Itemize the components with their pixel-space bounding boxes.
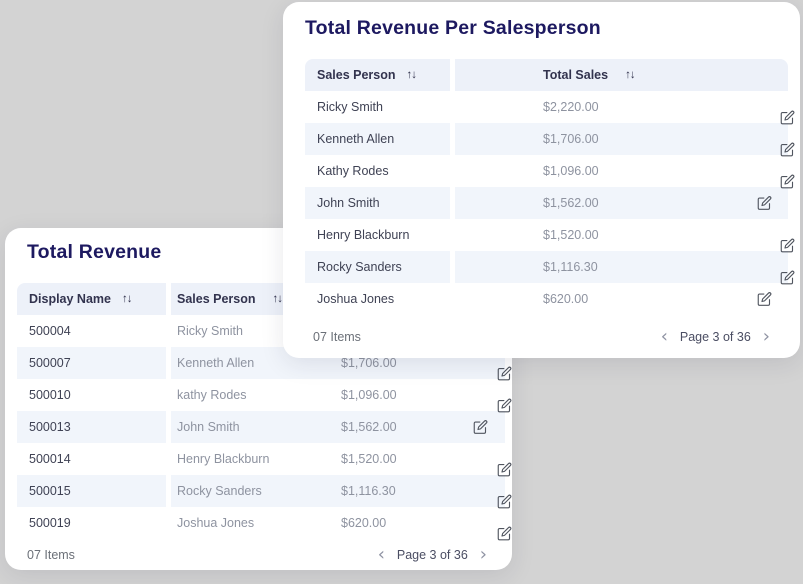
- table-row: 500019 Joshua Jones $620.00: [17, 507, 505, 539]
- edit-icon[interactable]: [473, 420, 488, 435]
- sort-icon[interactable]: ↑↓: [407, 69, 417, 81]
- edit-icon[interactable]: [497, 462, 512, 477]
- sort-icon[interactable]: ↑↓: [625, 69, 635, 81]
- edit-icon[interactable]: [780, 174, 795, 189]
- edit-icon[interactable]: [780, 238, 795, 253]
- edit-icon[interactable]: [497, 366, 512, 381]
- sales-person-value: Henry Blackburn: [177, 452, 269, 466]
- sales-person-value: Kenneth Allen: [177, 356, 254, 370]
- sales-person-value: Rocky Sanders: [317, 260, 402, 274]
- chevron-right-icon[interactable]: ›: [763, 328, 770, 346]
- display-name-value: 500019: [29, 516, 71, 530]
- edit-icon[interactable]: [497, 494, 512, 509]
- items-count: 07 Items: [313, 330, 361, 344]
- table-row: Joshua Jones $620.00: [305, 283, 788, 315]
- sort-icon[interactable]: ↑↓: [273, 293, 283, 305]
- column-header-display-name[interactable]: Display Name ↑↓: [17, 283, 166, 315]
- page-indicator: Page 3 of 36: [680, 330, 751, 344]
- table-row: Ricky Smith $2,220.00: [305, 91, 788, 123]
- table-row: 500010 kathy Rodes $1,096.00: [17, 379, 505, 411]
- sales-person-value: Henry Blackburn: [317, 228, 409, 242]
- display-name-value: 500010: [29, 388, 71, 402]
- total-sales-value: $1,116.30: [341, 484, 396, 498]
- pagination: ‹ Page 3 of 36 ›: [378, 546, 487, 564]
- table-footer: 07 Items ‹ Page 3 of 36 ›: [5, 540, 512, 570]
- salesperson-table: Sales Person ↑↓ Total Sales ↑↓ Ricky Smi…: [305, 59, 788, 315]
- items-count: 07 Items: [27, 548, 75, 562]
- table-row: 500013 John Smith $1,562.00: [17, 411, 505, 443]
- display-name-value: 500004: [29, 324, 71, 338]
- sales-person-value: John Smith: [177, 420, 240, 434]
- display-name-value: 500014: [29, 452, 71, 466]
- edit-icon[interactable]: [780, 270, 795, 285]
- chevron-right-icon[interactable]: ›: [480, 546, 487, 564]
- table-row: Rocky Sanders $1,116.30: [305, 251, 788, 283]
- edit-icon[interactable]: [780, 110, 795, 125]
- total-sales-value: $1,706.00: [341, 356, 397, 370]
- total-sales-value: $620.00: [543, 292, 588, 306]
- chevron-left-icon[interactable]: ‹: [378, 546, 385, 564]
- sales-person-value: kathy Rodes: [177, 388, 246, 402]
- table-row: John Smith $1,562.00: [305, 187, 788, 219]
- table-row: Kathy Rodes $1,096.00: [305, 155, 788, 187]
- total-sales-value: $1,096.00: [543, 164, 599, 178]
- sales-person-value: Joshua Jones: [317, 292, 394, 306]
- sales-person-value: Ricky Smith: [317, 100, 383, 114]
- total-sales-value: $1,520.00: [341, 452, 397, 466]
- total-sales-value: $1,706.00: [543, 132, 599, 146]
- table-row: 500015 Rocky Sanders $1,116.30: [17, 475, 505, 507]
- table-row: 500014 Henry Blackburn $1,520.00: [17, 443, 505, 475]
- total-sales-value: $1,116.30: [543, 260, 598, 274]
- total-sales-value: $2,220.00: [543, 100, 599, 114]
- sales-person-value: John Smith: [317, 196, 380, 210]
- sort-icon[interactable]: ↑↓: [122, 293, 132, 305]
- table-header-row: Sales Person ↑↓ Total Sales ↑↓: [305, 59, 788, 91]
- display-name-value: 500013: [29, 420, 71, 434]
- sales-person-value: Kenneth Allen: [317, 132, 394, 146]
- edit-icon[interactable]: [780, 142, 795, 157]
- chevron-left-icon[interactable]: ‹: [661, 328, 668, 346]
- table-row: Henry Blackburn $1,520.00: [305, 219, 788, 251]
- edit-icon[interactable]: [757, 196, 772, 211]
- edit-icon[interactable]: [497, 526, 512, 541]
- page-title: Total Revenue Per Salesperson: [305, 17, 800, 40]
- sales-person-value: Joshua Jones: [177, 516, 254, 530]
- sales-person-value: Rocky Sanders: [177, 484, 262, 498]
- table-footer: 07 Items ‹ Page 3 of 36 ›: [283, 315, 800, 358]
- display-name-value: 500007: [29, 356, 71, 370]
- pagination: ‹ Page 3 of 36 ›: [661, 328, 770, 346]
- total-sales-value: $1,520.00: [543, 228, 599, 242]
- page-indicator: Page 3 of 36: [397, 548, 468, 562]
- table-row: Kenneth Allen $1,706.00: [305, 123, 788, 155]
- total-sales-value: $1,562.00: [543, 196, 599, 210]
- display-name-value: 500015: [29, 484, 71, 498]
- total-sales-value: $620.00: [341, 516, 386, 530]
- total-revenue-per-salesperson-card: Total Revenue Per Salesperson Sales Pers…: [283, 2, 800, 358]
- total-sales-value: $1,562.00: [341, 420, 397, 434]
- edit-icon[interactable]: [497, 398, 512, 413]
- column-header-total-sales[interactable]: Total Sales ↑↓: [455, 59, 788, 91]
- column-header-sales-person[interactable]: Sales Person ↑↓: [305, 59, 450, 91]
- edit-icon[interactable]: [757, 292, 772, 307]
- sales-person-value: Ricky Smith: [177, 324, 243, 338]
- total-sales-value: $1,096.00: [341, 388, 397, 402]
- sales-person-value: Kathy Rodes: [317, 164, 389, 178]
